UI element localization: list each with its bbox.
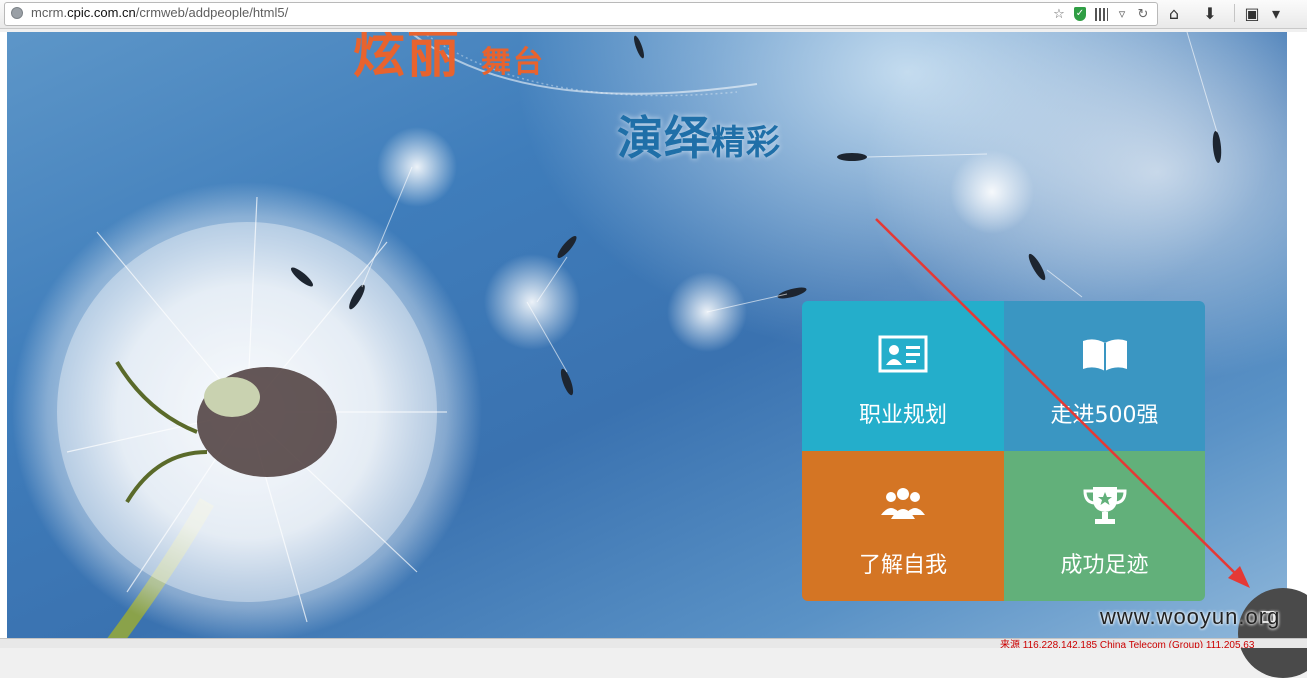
open-book-icon: [1082, 339, 1127, 371]
page-scrollbar[interactable]: [1287, 32, 1307, 638]
tile-career-planning[interactable]: 职业规划: [802, 301, 1004, 451]
download-icon[interactable]: ⬇: [1199, 3, 1221, 23]
url-icons: ☆ ✓ ▿ ↻: [1051, 5, 1151, 23]
reload-icon[interactable]: ↻: [1135, 6, 1151, 22]
star-icon[interactable]: ☆: [1051, 6, 1067, 22]
tile-label: 走进500强: [1050, 403, 1159, 428]
url-prefix: mcrm.: [31, 5, 68, 20]
menu-dropdown-icon[interactable]: ▾: [1265, 3, 1287, 23]
tile-label: 成功足迹: [1060, 553, 1149, 578]
tile-success-footprints[interactable]: 成功足迹: [1004, 451, 1205, 601]
home-icon[interactable]: ⌂: [1163, 3, 1185, 23]
screenshot-icon[interactable]: ▣: [1241, 3, 1263, 23]
watermark: www.wooyun.org: [1100, 604, 1281, 629]
url-domain: cpic.com.cn: [67, 5, 136, 20]
tile-know-yourself[interactable]: 了解自我: [802, 451, 1004, 601]
page-edge: [0, 32, 7, 638]
feature-menu: 职业规划 走进500强 了解自我 成功足迹: [802, 301, 1205, 601]
shield-icon[interactable]: ✓: [1072, 6, 1088, 22]
nav-buttons: ⌂ ⬇ ▣ ▾: [1163, 3, 1287, 23]
globe-icon: [11, 7, 23, 19]
url-path: /crmweb/addpeople/html5/: [135, 5, 289, 20]
id-card-icon: [878, 335, 928, 373]
tile-label: 了解自我: [858, 553, 947, 578]
toolbar-divider: [1234, 4, 1235, 22]
page-content: 炫丽 舞台 演绎精彩 职业规划 走进500强 了解自我 成功足迹: [7, 32, 1287, 638]
tile-top-500[interactable]: 走进500强: [1004, 301, 1205, 451]
address-bar[interactable]: mcrm.cpic.com.cn/crmweb/addpeople/html5/…: [4, 2, 1158, 26]
browser-toolbar: mcrm.cpic.com.cn/crmweb/addpeople/html5/…: [0, 0, 1307, 29]
people-group-icon: [881, 488, 925, 519]
url-text[interactable]: mcrm.cpic.com.cn/crmweb/addpeople/html5/: [31, 5, 288, 20]
tile-label: 职业规划: [858, 403, 947, 428]
dropdown-icon[interactable]: ▿: [1114, 6, 1130, 22]
trophy-icon: [1082, 487, 1127, 524]
qr-icon[interactable]: [1093, 6, 1109, 22]
